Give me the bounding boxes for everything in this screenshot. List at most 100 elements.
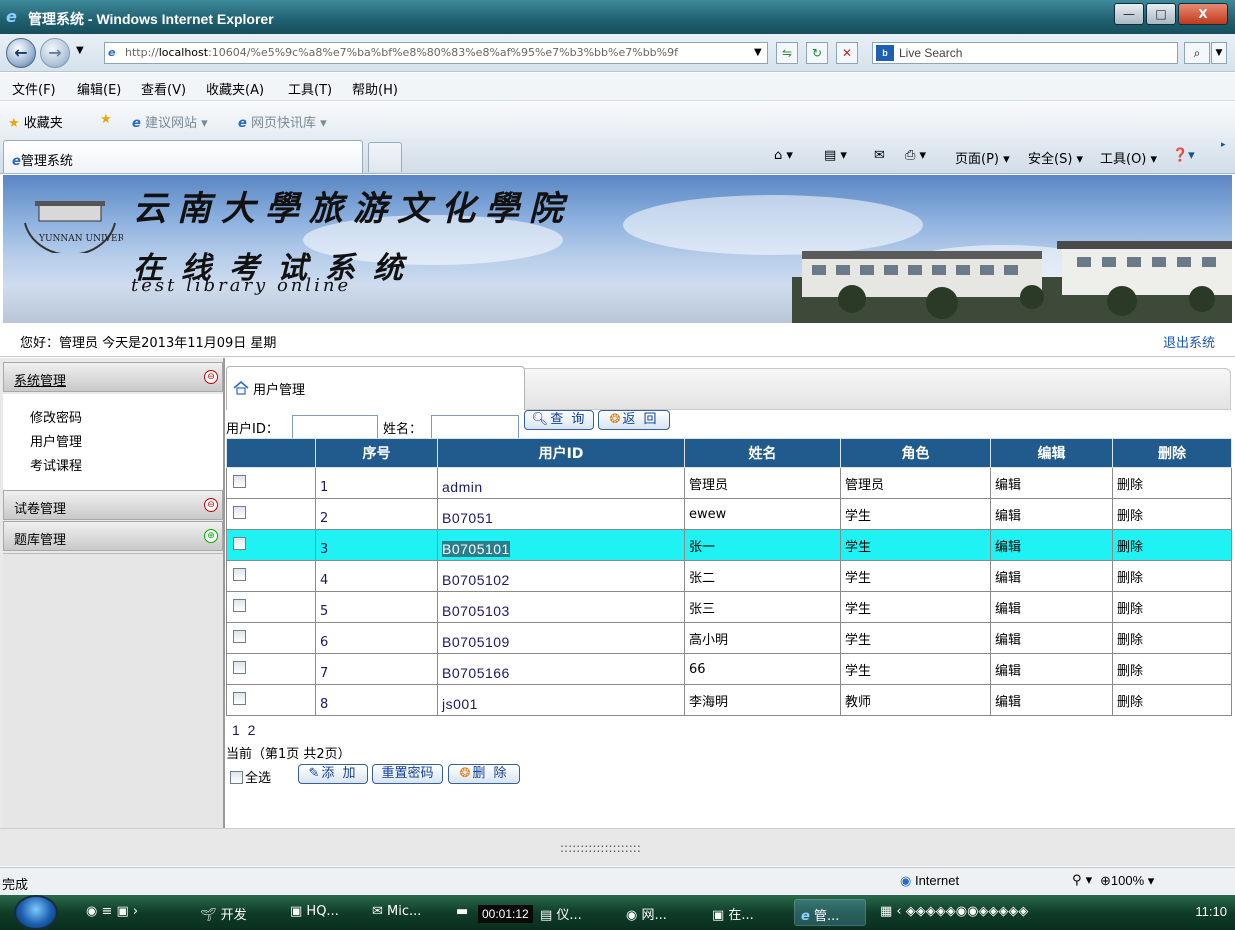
url-field[interactable]: e http://localhost:10604/%e5%9c%a8%e7%ba… xyxy=(104,42,768,64)
header-no[interactable]: 序号 xyxy=(315,438,438,468)
row-edit-link[interactable]: 编辑 xyxy=(990,498,1113,530)
row-checkbox[interactable] xyxy=(233,691,246,705)
header-userid[interactable]: 用户ID xyxy=(437,438,685,468)
taskbar-item-online[interactable]: ▣ 在... xyxy=(712,904,754,923)
search-options-icon[interactable]: ▼ xyxy=(1211,42,1227,64)
row-delete-link[interactable]: 删除 xyxy=(1112,622,1232,654)
expand-icon[interactable]: ⊕ xyxy=(204,529,218,543)
row-edit-link[interactable]: 编辑 xyxy=(990,653,1113,685)
query-button[interactable]: 🔍︎查 询 xyxy=(524,410,594,430)
header-name[interactable]: 姓名 xyxy=(684,438,841,468)
row-delete-link[interactable]: 删除 xyxy=(1112,467,1232,499)
name-input[interactable] xyxy=(431,415,519,439)
maximize-button[interactable]: □ xyxy=(1146,3,1176,25)
tools-menu[interactable]: 工具(O) ▾ xyxy=(1100,148,1157,167)
reset-password-button[interactable]: 重置密码 xyxy=(372,764,443,784)
menu-tools[interactable]: 工具(T) xyxy=(288,79,332,98)
compat-view-icon[interactable]: ⇋ xyxy=(776,42,798,64)
row-checkbox[interactable] xyxy=(233,536,246,550)
taskbar-item-mic[interactable]: ✉ Mic... xyxy=(372,904,421,919)
forward-nav-button[interactable]: → xyxy=(40,38,70,68)
splitter-handle[interactable]: :::::::::::::::::::: xyxy=(560,841,641,855)
row-edit-link[interactable]: 编辑 xyxy=(990,684,1113,716)
table-row[interactable]: 2 B07051 ewew 学生 编辑 删除 xyxy=(226,498,1232,530)
userid-input[interactable] xyxy=(292,415,378,439)
minimize-button[interactable]: — xyxy=(1114,3,1144,25)
row-edit-link[interactable]: 编辑 xyxy=(990,591,1113,623)
table-row[interactable]: 5 B0705103 张三 学生 编辑 删除 xyxy=(226,591,1232,623)
search-icon[interactable]: ⌕ xyxy=(1184,42,1210,64)
select-all-checkbox[interactable] xyxy=(230,771,243,784)
back-button[interactable]: ❂返 回 xyxy=(598,410,670,430)
help-icon[interactable]: ❓▾ xyxy=(1172,148,1195,163)
table-row[interactable]: 8 js001 李海明 教师 编辑 删除 xyxy=(226,684,1232,716)
protected-mode-icon[interactable]: ⚲ ▾ xyxy=(1072,873,1092,888)
taskbar-item-hq[interactable]: ▣ HQ... xyxy=(290,904,339,919)
suggested-sites-button[interactable]: e 建议网站 ▾ xyxy=(132,112,208,131)
history-dropdown-icon[interactable]: ▼ xyxy=(76,45,84,56)
quicklaunch-icons[interactable]: ◉ ≡ ▣ › xyxy=(86,904,138,919)
row-delete-link[interactable]: 删除 xyxy=(1112,529,1232,561)
row-edit-link[interactable]: 编辑 xyxy=(990,622,1113,654)
row-checkbox[interactable] xyxy=(233,505,246,519)
start-button[interactable] xyxy=(14,895,58,930)
collapse-icon[interactable]: ⊖ xyxy=(204,498,218,512)
logout-link[interactable]: 退出系统 xyxy=(1163,332,1215,351)
sidebar-group-question-bank[interactable]: 题库管理 ⊕ xyxy=(3,521,223,551)
menu-view[interactable]: 查看(V) xyxy=(141,79,186,98)
home-icon[interactable]: ⌂ ▾ xyxy=(774,148,793,163)
more-icon[interactable]: ▸ xyxy=(1221,140,1226,150)
row-edit-link[interactable]: 编辑 xyxy=(990,467,1113,499)
mail-icon[interactable]: ✉ xyxy=(874,148,885,163)
delete-button[interactable]: ❂删 除 xyxy=(448,764,520,784)
favorites-button[interactable]: ★ 收藏夹 xyxy=(8,112,63,131)
pagination[interactable]: 1 2 xyxy=(232,722,257,738)
add-button[interactable]: ✎添 加 xyxy=(298,764,368,784)
table-row[interactable]: 1 admin 管理员 管理员 编辑 删除 xyxy=(226,467,1232,499)
print-icon[interactable]: ⎙ ▾ xyxy=(905,148,926,163)
table-row[interactable]: 6 B0705109 高小明 学生 编辑 删除 xyxy=(226,622,1232,654)
table-row[interactable]: 3 B0705101 张一 学生 编辑 删除 xyxy=(226,529,1232,561)
row-delete-link[interactable]: 删除 xyxy=(1112,560,1232,592)
row-checkbox[interactable] xyxy=(233,567,246,581)
sidebar-item-user-management[interactable]: 用户管理 xyxy=(30,431,82,450)
refresh-icon[interactable]: ↻ xyxy=(806,42,828,64)
taskbar-item-instrument[interactable]: ▤ 仪... xyxy=(540,904,582,923)
collapse-icon[interactable]: ⊖ xyxy=(204,370,218,384)
close-button[interactable]: X xyxy=(1178,3,1228,25)
taskbar-item-web[interactable]: ◉ 网... xyxy=(626,904,667,923)
feeds-icon[interactable]: ▤ ▾ xyxy=(824,148,847,163)
frame-splitter[interactable]: :::::::::::::::::::: xyxy=(0,828,1235,866)
tray-icons[interactable]: ▦ ‹ ◈◈◈◈◈◉◉◈◈◈◈◈ xyxy=(880,904,1028,919)
page-menu[interactable]: 页面(P) ▾ xyxy=(955,148,1010,167)
row-edit-link[interactable]: 编辑 xyxy=(990,529,1113,561)
sidebar-item-exam-courses[interactable]: 考试课程 xyxy=(30,455,82,474)
zoom-level[interactable]: ⊕100% ▾ xyxy=(1100,873,1154,889)
safety-menu[interactable]: 安全(S) ▾ xyxy=(1028,148,1083,167)
row-checkbox[interactable] xyxy=(233,598,246,612)
folder-icon[interactable]: ▬ xyxy=(456,904,468,919)
row-delete-link[interactable]: 删除 xyxy=(1112,684,1232,716)
sidebar-item-change-password[interactable]: 修改密码 xyxy=(30,407,82,426)
stop-icon[interactable]: ✕ xyxy=(836,42,858,64)
row-checkbox[interactable] xyxy=(233,629,246,643)
header-role[interactable]: 角色 xyxy=(840,438,991,468)
table-row[interactable]: 4 B0705102 张二 学生 编辑 删除 xyxy=(226,560,1232,592)
menu-edit[interactable]: 编辑(E) xyxy=(77,79,121,98)
menu-help[interactable]: 帮助(H) xyxy=(352,79,398,98)
panel-tab-user-management[interactable]: 用户管理 xyxy=(226,366,525,410)
row-checkbox[interactable] xyxy=(233,474,246,488)
new-tab-button[interactable] xyxy=(368,142,402,172)
sidebar-group-papers[interactable]: 试卷管理 ⊖ xyxy=(3,490,223,520)
search-input[interactable]: b Live Search xyxy=(872,42,1178,64)
row-edit-link[interactable]: 编辑 xyxy=(990,560,1113,592)
back-nav-button[interactable]: ← xyxy=(6,38,36,68)
url-dropdown-icon[interactable]: ▼ xyxy=(754,47,762,58)
taskbar-item-dev[interactable]: 🌱︎ 开发 xyxy=(200,904,247,923)
row-delete-link[interactable]: 删除 xyxy=(1112,653,1232,685)
menu-favorites[interactable]: 收藏夹(A) xyxy=(206,79,264,98)
menu-file[interactable]: 文件(F) xyxy=(12,79,56,98)
sidebar-group-system[interactable]: 系统管理 ⊖ xyxy=(3,362,223,392)
table-row[interactable]: 7 B0705166 66 学生 编辑 删除 xyxy=(226,653,1232,685)
select-all[interactable]: 全选 xyxy=(230,767,271,786)
